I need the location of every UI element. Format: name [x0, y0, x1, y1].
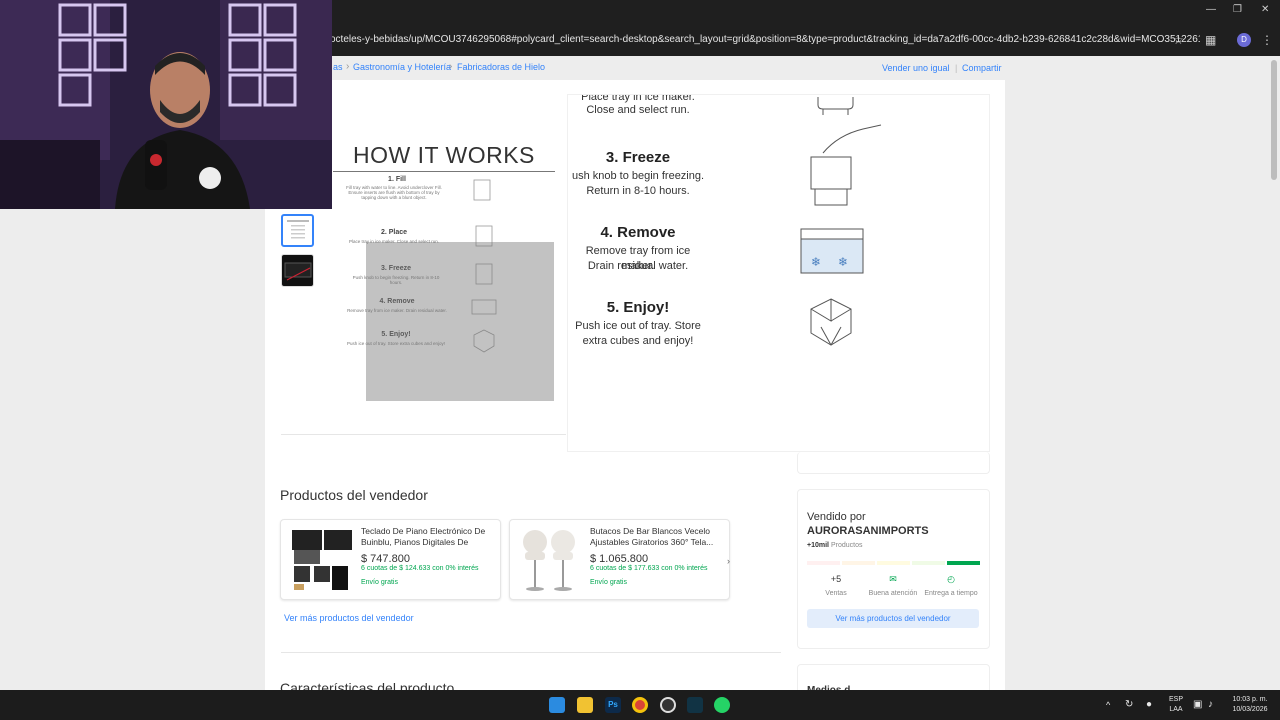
gallery-thumbnail[interactable]: [281, 214, 314, 247]
share-link[interactable]: Compartir: [962, 63, 1002, 73]
zoom-illustrations: ❄ ❄: [800, 97, 882, 346]
reputation-bar-active: [947, 561, 980, 565]
sync-icon[interactable]: ↻: [1125, 699, 1133, 710]
zoom-step-desc: extra cubes and enjoy!: [582, 335, 694, 347]
sales-value: +5: [830, 574, 842, 584]
breadcrumb-separator: ›: [449, 61, 453, 72]
zoom-step-desc: ush knob to begin freezing.: [571, 170, 705, 182]
language-code[interactable]: ESP: [1166, 696, 1186, 703]
seller-products-count: +10mil: [807, 542, 829, 549]
title-underline: [333, 171, 555, 172]
zoom-step-desc: Return in 8-10 hours.: [586, 185, 690, 197]
browser-menu-icon[interactable]: ⋮: [1261, 31, 1273, 49]
breadcrumb-separator: ›: [346, 61, 350, 72]
extensions-icon[interactable]: ▦: [1205, 31, 1216, 49]
file-explorer-icon[interactable]: [577, 697, 593, 713]
action-separator: |: [955, 63, 958, 73]
zoom-step-desc: Drain residual water.: [587, 260, 689, 272]
webcam-image: [0, 0, 332, 209]
section-divider: [281, 652, 781, 653]
step-title: 1. Fill: [388, 176, 406, 183]
seller-name[interactable]: AURORASANIMPORTS: [807, 525, 929, 537]
infographic-title: HOW IT WORKS: [353, 142, 535, 168]
seller-products-button[interactable]: Ver más productos del vendedor: [807, 609, 979, 628]
volume-icon[interactable]: ♪: [1208, 699, 1213, 710]
product-price: $ 1.065.800: [590, 553, 649, 565]
buy-box-bottom: [797, 452, 990, 474]
product-card-item[interactable]: Teclado De Piano Electrónico De Buinblu,…: [280, 519, 501, 600]
network-icon[interactable]: ▣: [1193, 699, 1202, 710]
zoom-panel: Place tray in ice maker. Close and selec…: [567, 94, 990, 452]
step-desc: Fill tray with water to line. Avoid unde…: [346, 185, 442, 200]
product-installments: 6 cuotas de $ 124.633 con 0% interés: [361, 565, 479, 572]
reputation-bar-segment: [807, 561, 840, 565]
thumbnail-image: [284, 262, 312, 281]
language-layout[interactable]: LAA: [1166, 706, 1186, 713]
seller-products-label: Productos: [831, 542, 863, 549]
clock-time[interactable]: 10:03 p. m.: [1224, 696, 1276, 703]
product-price: $ 747.800: [361, 553, 410, 565]
maximize-icon[interactable]: ❐: [1233, 4, 1242, 15]
zoom-step-title: 5. Enjoy!: [606, 299, 670, 316]
app-icon[interactable]: [687, 697, 703, 713]
step-title: 2. Place: [380, 229, 408, 236]
close-icon[interactable]: ✕: [1261, 4, 1269, 15]
zoom-step-desc: Push ice out of tray. Store: [575, 320, 701, 332]
svg-text:❄: ❄: [811, 255, 821, 269]
bar-stools-image: [523, 530, 575, 591]
svg-text:❄: ❄: [838, 255, 848, 269]
scrollbar[interactable]: [1271, 60, 1277, 180]
delivery-label: Entrega a tiempo: [924, 590, 978, 597]
chat-check-icon: ✉: [889, 574, 897, 584]
windows-start-icon[interactable]: [549, 697, 565, 713]
bookmark-star-icon[interactable]: ☆: [1173, 31, 1184, 49]
gallery-divider: [281, 434, 566, 435]
product-shipping: Envío gratis: [361, 579, 398, 586]
microphone-icon[interactable]: ●: [1146, 699, 1152, 710]
whatsapp-icon[interactable]: [714, 697, 730, 713]
clock-date[interactable]: 10/03/2026: [1224, 706, 1276, 713]
more-seller-products-link[interactable]: Ver más productos del vendedor: [284, 613, 414, 623]
profile-avatar[interactable]: D: [1237, 33, 1251, 47]
photoshop-icon[interactable]: Ps: [605, 697, 621, 713]
breadcrumb-item[interactable]: Fabricadoras de Hielo: [457, 62, 545, 72]
carousel-next-icon[interactable]: ›: [727, 556, 730, 566]
minimize-icon[interactable]: —: [1206, 4, 1216, 15]
reputation-bar-segment: [842, 561, 875, 565]
sell-same-link[interactable]: Vender uno igual: [882, 63, 950, 73]
clock-check-icon: ◴: [947, 574, 955, 584]
sold-by-label: Vendido por: [807, 511, 866, 523]
webcam-overlay: [0, 0, 332, 209]
breadcrumb-item[interactable]: Gastronomía y Hotelería: [353, 62, 451, 72]
thumbnail-image: [287, 220, 309, 239]
chevron-up-icon[interactable]: ^: [1106, 700, 1110, 710]
zoom-lens[interactable]: [366, 242, 554, 401]
product-title[interactable]: Butacos De Bar Blancos Vecelo Ajustables…: [590, 526, 725, 548]
product-shipping: Envío gratis: [590, 579, 627, 586]
address-bar[interactable]: octeles-y-bebidas/up/MCOU3746295068#poly…: [330, 31, 1200, 49]
piano-image: [292, 530, 352, 590]
gallery-thumbnail[interactable]: [281, 254, 314, 287]
zoom-step-desc: Close and select run.: [586, 104, 690, 116]
product-title[interactable]: Teclado De Piano Electrónico De Buinblu,…: [361, 526, 496, 548]
reputation-bar-segment: [877, 561, 910, 565]
seller-products-title: Productos del vendedor: [280, 487, 428, 503]
zoom-step-title: 3. Freeze: [605, 149, 671, 166]
chrome-icon[interactable]: [632, 697, 648, 713]
breadcrumb-item[interactable]: as: [333, 62, 343, 72]
zoom-step-title: 4. Remove: [600, 224, 676, 241]
product-card-item[interactable]: Butacos De Bar Blancos Vecelo Ajustables…: [509, 519, 730, 600]
obs-icon[interactable]: [660, 697, 676, 713]
product-installments: 6 cuotas de $ 177.633 con 0% interés: [590, 565, 708, 572]
reputation-bar-segment: [912, 561, 945, 565]
